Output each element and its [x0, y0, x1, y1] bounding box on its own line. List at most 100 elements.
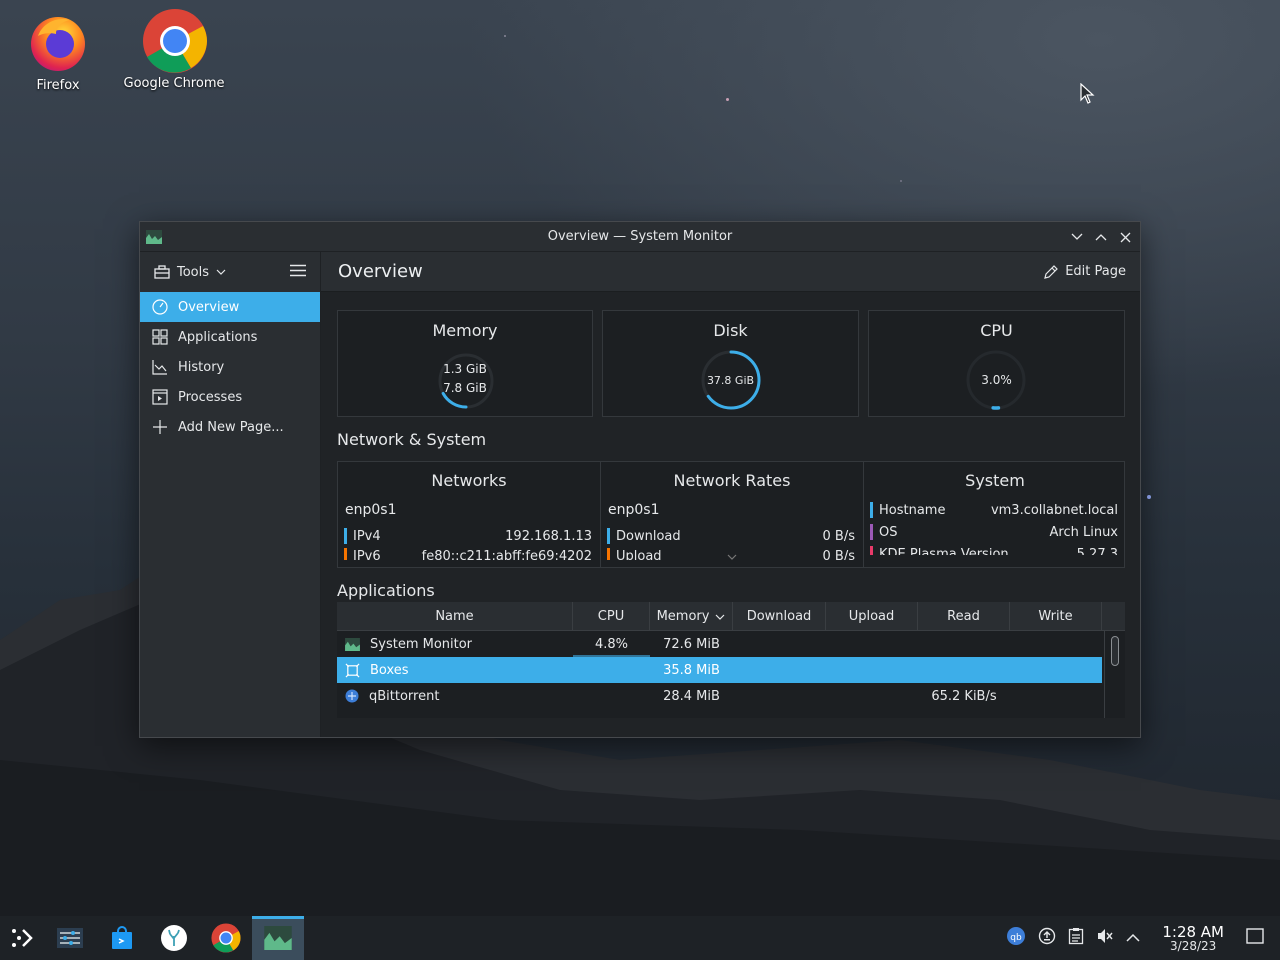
series-color-bar	[870, 546, 873, 555]
desktop-icon-label: Firefox	[36, 78, 80, 93]
coral-app-icon	[161, 925, 187, 951]
star	[726, 98, 729, 101]
sidebar-item-label: Processes	[178, 389, 243, 405]
column-header-memory[interactable]: Memory	[650, 602, 733, 631]
grid-icon	[152, 329, 168, 345]
column-header-upload[interactable]: Upload	[826, 602, 918, 631]
qbittorrent-icon	[345, 689, 359, 703]
sidebar-item-label: Overview	[178, 299, 240, 315]
minimize-button[interactable]	[1068, 228, 1086, 246]
chrome-icon	[211, 923, 241, 953]
chevron-down-icon	[216, 269, 226, 275]
cpu-card[interactable]: CPU 3.0%	[868, 310, 1125, 417]
window-titlebar[interactable]: Overview — System Monitor	[140, 222, 1140, 252]
table-row[interactable]: System Monitor 4.8% 72.6 MiB	[337, 631, 1102, 657]
table-row-selected[interactable]: Boxes 35.8 MiB	[337, 657, 1102, 683]
system-panel[interactable]: System Hostname vm3.collabnet.local OS A…	[863, 462, 1126, 567]
clipboard-tray-icon[interactable]	[1068, 927, 1084, 949]
tools-label: Tools	[177, 264, 210, 280]
table-header: Name CPU Memory Download Upload Read Wri…	[337, 602, 1125, 631]
system-row-plasma-version: KDE Plasma Version 5.27.3	[870, 544, 1118, 555]
desktop-icon-firefox[interactable]: Firefox	[3, 10, 113, 93]
app-cpu: 4.8%	[594, 636, 629, 652]
sidebar-item-label: Add New Page...	[178, 419, 284, 435]
plus-icon	[152, 419, 168, 435]
memory-card[interactable]: Memory 1.3 GiB 7.8 GiB	[337, 310, 593, 417]
row-label: KDE Plasma Version	[879, 546, 1009, 556]
tools-menu-button[interactable]: Tools	[154, 265, 226, 280]
svg-text:qb: qb	[1011, 933, 1023, 943]
system-monitor-app-icon	[146, 230, 162, 244]
chrome-taskbar-button[interactable]	[200, 916, 252, 960]
app-name: System Monitor	[370, 636, 473, 652]
maximize-button[interactable]	[1092, 228, 1110, 246]
show-desktop-button[interactable]	[1246, 928, 1264, 948]
memory-total: 7.8 GiB	[443, 381, 487, 395]
row-label: Upload	[616, 548, 662, 561]
networks-row-ipv4: IPv4 192.168.1.13	[344, 526, 592, 546]
overview-icon	[152, 299, 168, 315]
system-monitor-icon	[345, 637, 360, 651]
column-header-download[interactable]: Download	[733, 602, 826, 631]
application-launcher-button[interactable]	[0, 916, 44, 960]
app-read: 65.2 KiB/s	[931, 688, 997, 704]
table-row[interactable]: qBittorrent 28.4 MiB 65.2 KiB/s	[337, 683, 1102, 709]
memory-card-title: Memory	[432, 321, 498, 340]
hamburger-icon	[290, 264, 306, 276]
network-system-card: Networks enp0s1 IPv4 192.168.1.13 IPv6 f…	[337, 461, 1125, 568]
row-label: IPv6	[353, 548, 381, 561]
star	[900, 180, 902, 182]
table-scrollbar-track	[1104, 631, 1105, 718]
taskbar: qb 1:28 AM 3/28/23	[0, 916, 1280, 960]
volume-muted-tray-icon[interactable]	[1096, 927, 1114, 949]
column-header-cpu[interactable]: CPU	[573, 602, 650, 631]
disk-value: 37.8 GiB	[706, 374, 755, 387]
show-hidden-icons-button[interactable]	[1126, 931, 1140, 946]
networks-title: Networks	[431, 471, 507, 490]
shopping-bag-icon	[112, 926, 132, 949]
discover-button[interactable]	[96, 916, 148, 960]
updates-tray-icon[interactable]	[1038, 927, 1056, 949]
sidebar-item-processes[interactable]: Processes	[140, 382, 320, 412]
corals-app-button[interactable]	[148, 916, 200, 960]
sliders-icon	[57, 928, 83, 948]
system-monitor-taskbar-button[interactable]	[252, 916, 304, 960]
digital-clock[interactable]: 1:28 AM 3/28/23	[1162, 924, 1224, 953]
disk-card[interactable]: Disk 37.8 GiB	[602, 310, 859, 417]
system-monitor-window: Overview — System Monitor Tools Overview…	[139, 221, 1141, 738]
networks-panel[interactable]: Networks enp0s1 IPv4 192.168.1.13 IPv6 f…	[338, 462, 600, 567]
main-content: Overview Edit Page Memory 1.3 GiB 7.8 Gi…	[321, 252, 1140, 737]
task-manager-settings-button[interactable]	[44, 916, 96, 960]
desktop-icon-google-chrome[interactable]: Google Chrome	[119, 8, 229, 91]
sidebar-item-add-new-page[interactable]: Add New Page...	[140, 412, 320, 442]
sidebar-item-label: Applications	[178, 329, 258, 345]
network-rates-panel[interactable]: Network Rates enp0s1 Download 0 B/s Uplo…	[600, 462, 863, 567]
edit-page-label: Edit Page	[1065, 264, 1126, 279]
column-header-name[interactable]: Name	[337, 602, 573, 631]
show-desktop-icon	[1246, 928, 1264, 944]
chart-icon	[152, 359, 168, 375]
qbittorrent-tray-icon[interactable]: qb	[1006, 926, 1026, 950]
column-header-read[interactable]: Read	[918, 602, 1010, 631]
sidebar-item-history[interactable]: History	[140, 352, 320, 382]
memory-used: 1.3 GiB	[443, 362, 487, 376]
system-title: System	[965, 471, 1025, 490]
series-color-bar	[344, 548, 347, 560]
networks-interface: enp0s1	[345, 502, 397, 518]
networks-row-ipv6: IPv6 fe80::c211:abff:fe69:4202	[344, 546, 592, 560]
system-row-hostname: Hostname vm3.collabnet.local	[870, 500, 1118, 520]
row-value: 0 B/s	[822, 528, 855, 544]
sidebar-item-overview[interactable]: Overview	[140, 292, 320, 322]
row-label: Download	[616, 528, 681, 544]
rates-row-download: Download 0 B/s	[607, 526, 855, 546]
table-scrollbar[interactable]	[1111, 636, 1119, 666]
edit-page-button[interactable]: Edit Page	[1043, 264, 1126, 280]
clock-date: 3/28/23	[1170, 938, 1217, 953]
sidebar-item-applications[interactable]: Applications	[140, 322, 320, 352]
boxes-icon	[345, 663, 360, 677]
row-label: IPv4	[353, 528, 381, 544]
column-header-write[interactable]: Write	[1010, 602, 1102, 631]
hamburger-menu-button[interactable]	[290, 264, 306, 281]
close-button[interactable]	[1116, 228, 1134, 246]
row-value: Arch Linux	[1049, 524, 1119, 540]
